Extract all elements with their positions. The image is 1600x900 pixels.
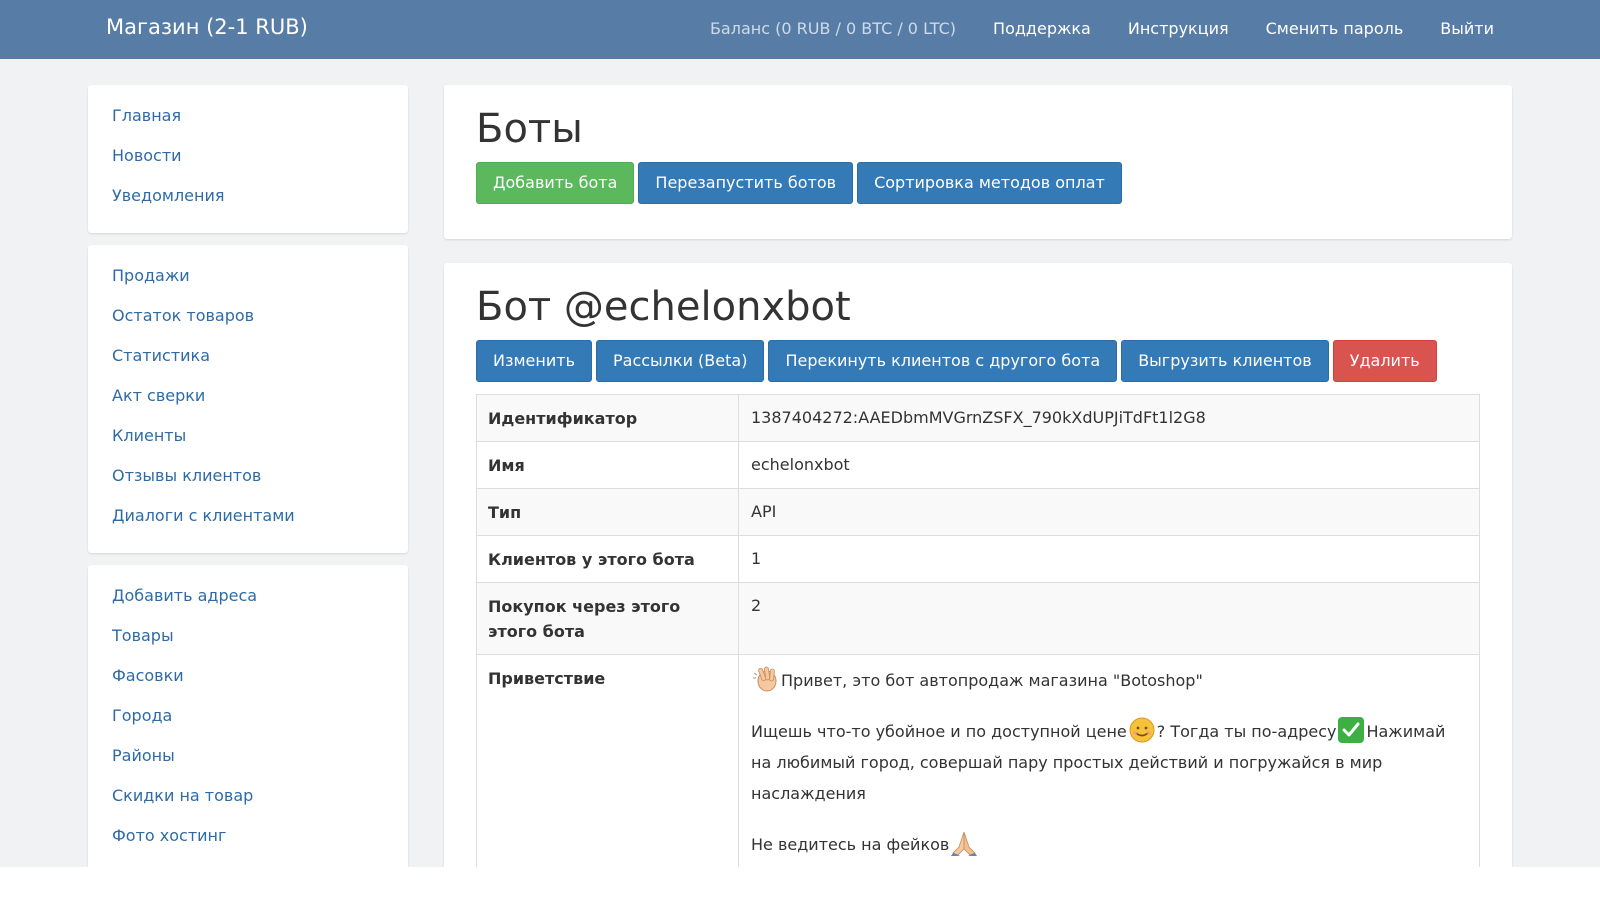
bots-header-panel: Боты Добавить бота Перезапустить ботов С… <box>444 85 1512 239</box>
bots-actions: Добавить бота Перезапустить ботов Сортир… <box>476 162 1480 204</box>
bot-clients-value: 1 <box>738 535 1480 583</box>
nav-change-password-link[interactable]: Сменить пароль <box>1266 19 1404 38</box>
page-title: Боты <box>476 106 583 152</box>
sidebar-item-stock[interactable]: Остаток товаров <box>112 305 384 345</box>
sidebar-item-reviews[interactable]: Отзывы клиентов <box>112 465 384 505</box>
greeting-line: Не ведитесь на фейков <box>751 829 1467 860</box>
bot-actions: Изменить Рассылки (Beta) Перекинуть клие… <box>476 340 1480 382</box>
nav-instructions-link[interactable]: Инструкция <box>1128 19 1229 38</box>
sidebar-group-main: Главная Новости Уведомления <box>88 85 408 233</box>
row-label: Идентификатор <box>476 394 739 442</box>
sidebar: Главная Новости Уведомления Продажи Оста… <box>88 85 408 867</box>
greeting-text-1: Привет, это бот автопродаж магазина "Bot… <box>781 671 1203 690</box>
bot-purchases-value: 2 <box>738 582 1480 655</box>
sidebar-item-cities[interactable]: Города <box>112 705 384 745</box>
greeting-text-2b: ? Тогда ты по-адресу <box>1156 722 1337 741</box>
waving-hand-icon <box>751 665 781 693</box>
greeting-line: Ищешь что-то убойное и по доступной цене <box>751 716 1467 809</box>
row-label: Приветствие <box>476 654 739 867</box>
table-row: Приветствие Привет, это бот автопродаж м… <box>476 654 1480 867</box>
sidebar-item-news[interactable]: Новости <box>112 145 384 185</box>
folded-hands-icon <box>949 829 979 857</box>
bot-name-value: echelonxbot <box>738 441 1480 489</box>
row-label: Тип <box>476 488 739 536</box>
greeting-text-2a: Ищешь что-то убойное и по доступной цене <box>751 722 1127 741</box>
table-row: Покупок через этого этого бота 2 <box>476 582 1480 655</box>
add-bot-button[interactable]: Добавить бота <box>476 162 635 204</box>
delete-bot-button[interactable]: Удалить <box>1332 340 1437 382</box>
sidebar-item-dialogs[interactable]: Диалоги с клиентами <box>112 505 384 545</box>
row-label: Имя <box>476 441 739 489</box>
row-label: Клиентов у этого бота <box>476 535 739 583</box>
table-row: Имя echelonxbot <box>476 441 1480 489</box>
bot-greeting-value: Привет, это бот автопродаж магазина "Bot… <box>738 654 1480 867</box>
sidebar-item-home[interactable]: Главная <box>112 105 384 145</box>
smiling-face-icon <box>1127 716 1157 744</box>
bot-token-value: 1387404272:AAEDbmMVGrnZSFX_790kXdUPJiTdF… <box>738 394 1480 442</box>
sidebar-item-add-addresses[interactable]: Добавить адреса <box>112 585 384 625</box>
sidebar-item-notifications[interactable]: Уведомления <box>112 185 384 225</box>
sidebar-item-discounts[interactable]: Скидки на товар <box>112 785 384 825</box>
transfer-clients-button[interactable]: Перекинуть клиентов с другого бота <box>768 340 1118 382</box>
table-row: Клиентов у этого бота 1 <box>476 535 1480 583</box>
nav-logout-link[interactable]: Выйти <box>1440 19 1494 38</box>
brand-title[interactable]: Магазин (2-1 RUB) <box>106 15 308 39</box>
navbar-links: Баланс (0 RUB / 0 BTC / 0 LTC) Поддержка… <box>710 19 1494 38</box>
bot-detail-panel: Бот @echelonxbot Изменить Рассылки (Beta… <box>444 263 1512 867</box>
table-row: Идентификатор 1387404272:AAEDbmMVGrnZSFX… <box>476 394 1480 442</box>
row-label: Покупок через этого этого бота <box>476 582 739 655</box>
nav-support-link[interactable]: Поддержка <box>993 19 1091 38</box>
restart-bots-button[interactable]: Перезапустить ботов <box>638 162 854 204</box>
sidebar-group-sales: Продажи Остаток товаров Статистика Акт с… <box>88 245 408 553</box>
sidebar-group-catalog: Добавить адреса Товары Фасовки Города Ра… <box>88 565 408 867</box>
check-mark-button-icon <box>1336 716 1366 744</box>
sidebar-item-statistics[interactable]: Статистика <box>112 345 384 385</box>
top-navbar: Магазин (2-1 RUB) Баланс (0 RUB / 0 BTC … <box>0 0 1600 59</box>
mailings-button[interactable]: Рассылки (Beta) <box>596 340 765 382</box>
bot-title: Бот @echelonxbot <box>476 284 851 330</box>
bot-type-value: API <box>738 488 1480 536</box>
app-viewport: Магазин (2-1 RUB) Баланс (0 RUB / 0 BTC … <box>0 0 1600 867</box>
sidebar-item-reconciliation[interactable]: Акт сверки <box>112 385 384 425</box>
sidebar-item-photo-hosting[interactable]: Фото хостинг <box>112 825 384 865</box>
sidebar-item-districts[interactable]: Районы <box>112 745 384 785</box>
greeting-line: Привет, это бот автопродаж магазина "Bot… <box>751 665 1467 696</box>
edit-bot-button[interactable]: Изменить <box>476 340 592 382</box>
sidebar-item-clients[interactable]: Клиенты <box>112 425 384 465</box>
table-row: Тип API <box>476 488 1480 536</box>
sidebar-item-packages[interactable]: Фасовки <box>112 665 384 705</box>
balance-display: Баланс (0 RUB / 0 BTC / 0 LTC) <box>709 19 957 38</box>
export-clients-button[interactable]: Выгрузить клиентов <box>1121 340 1329 382</box>
sidebar-item-products[interactable]: Товары <box>112 625 384 665</box>
greeting-text-3: Не ведитесь на фейков <box>751 835 950 854</box>
bot-info-table: Идентификатор 1387404272:AAEDbmMVGrnZSFX… <box>476 394 1480 867</box>
sidebar-item-sales[interactable]: Продажи <box>112 265 384 305</box>
sort-payment-methods-button[interactable]: Сортировка методов оплат <box>857 162 1122 204</box>
main-content: Боты Добавить бота Перезапустить ботов С… <box>444 85 1512 867</box>
